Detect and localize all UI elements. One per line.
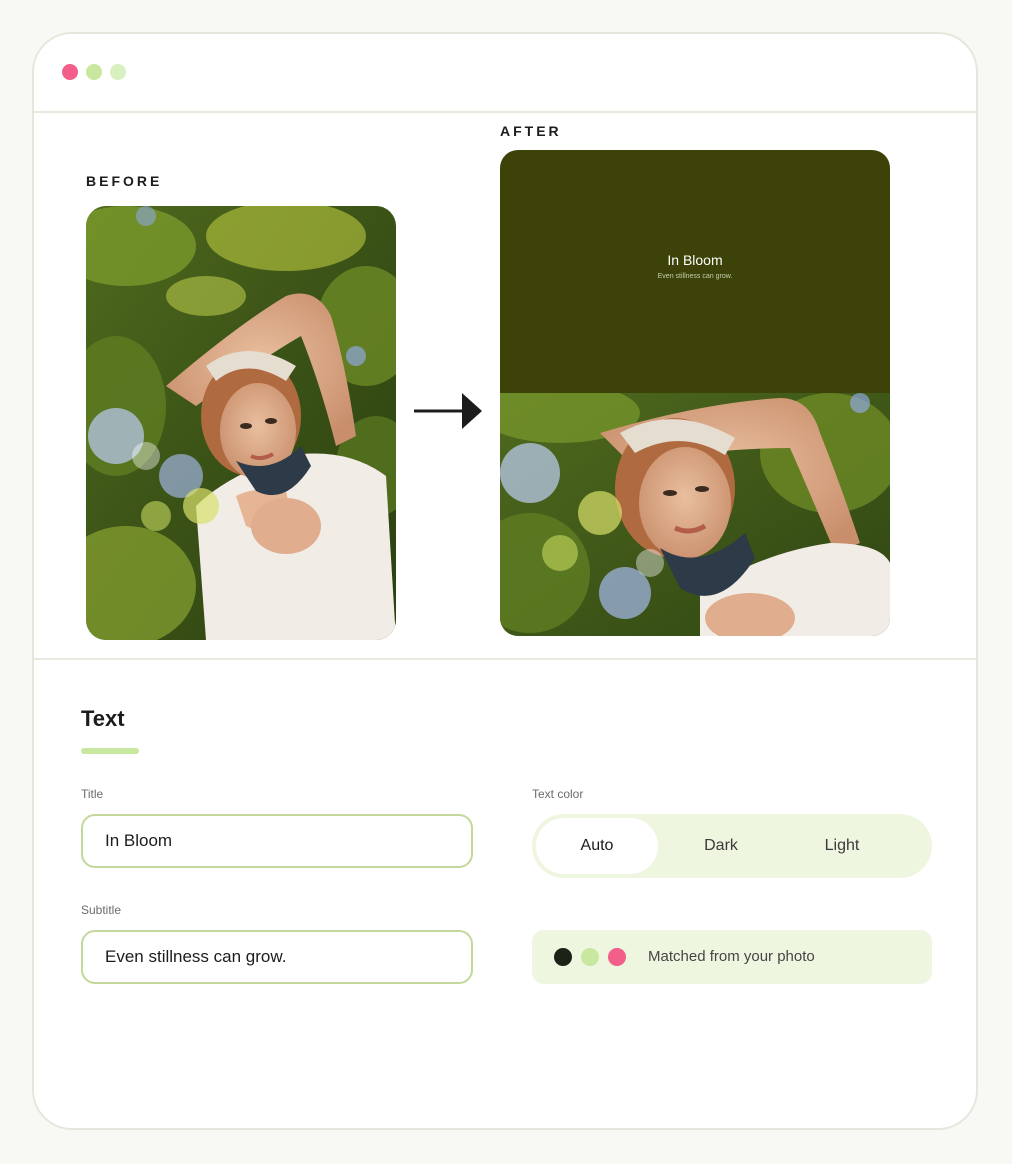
after-preview-card: In Bloom Even stillness can grow.	[500, 150, 890, 636]
after-title: In Bloom	[667, 251, 723, 268]
swatch-green	[581, 948, 599, 966]
app-window: BEFORE AFTER In Bloom Even stillness can…	[32, 32, 978, 1130]
after-subtitle: Even stillness can grow.	[657, 272, 733, 280]
text-color-option-auto[interactable]: Auto	[536, 818, 658, 874]
swatch-dark	[554, 948, 572, 966]
swatch-pink	[608, 948, 626, 966]
close-window-button[interactable]	[62, 64, 78, 80]
text-color-option-light[interactable]: Light	[782, 818, 902, 874]
section-divider	[34, 658, 976, 660]
heading-underline	[81, 748, 139, 754]
matched-label: Matched from your photo	[648, 948, 815, 965]
text-color-segmented-control: Auto Dark Light	[532, 814, 932, 878]
text-color-option-dark[interactable]: Dark	[660, 818, 782, 874]
text-panel-heading: Text	[81, 706, 125, 731]
title-input[interactable]	[81, 814, 473, 868]
after-label: AFTER	[500, 123, 562, 139]
subtitle-field-label: Subtitle	[81, 903, 122, 917]
arrow-right-icon	[414, 393, 482, 429]
before-label: BEFORE	[86, 173, 163, 189]
matched-colors-panel: Matched from your photo	[532, 930, 932, 984]
minimize-window-button[interactable]	[86, 64, 102, 80]
subtitle-input[interactable]	[81, 930, 473, 984]
text-color-label: Text color	[532, 787, 584, 801]
after-photo	[500, 383, 890, 636]
window-titlebar	[34, 34, 976, 113]
before-photo	[86, 206, 396, 640]
after-text-area: In Bloom Even stillness can grow.	[500, 150, 890, 393]
title-field-label: Title	[81, 787, 104, 801]
maximize-window-button[interactable]	[110, 64, 126, 80]
